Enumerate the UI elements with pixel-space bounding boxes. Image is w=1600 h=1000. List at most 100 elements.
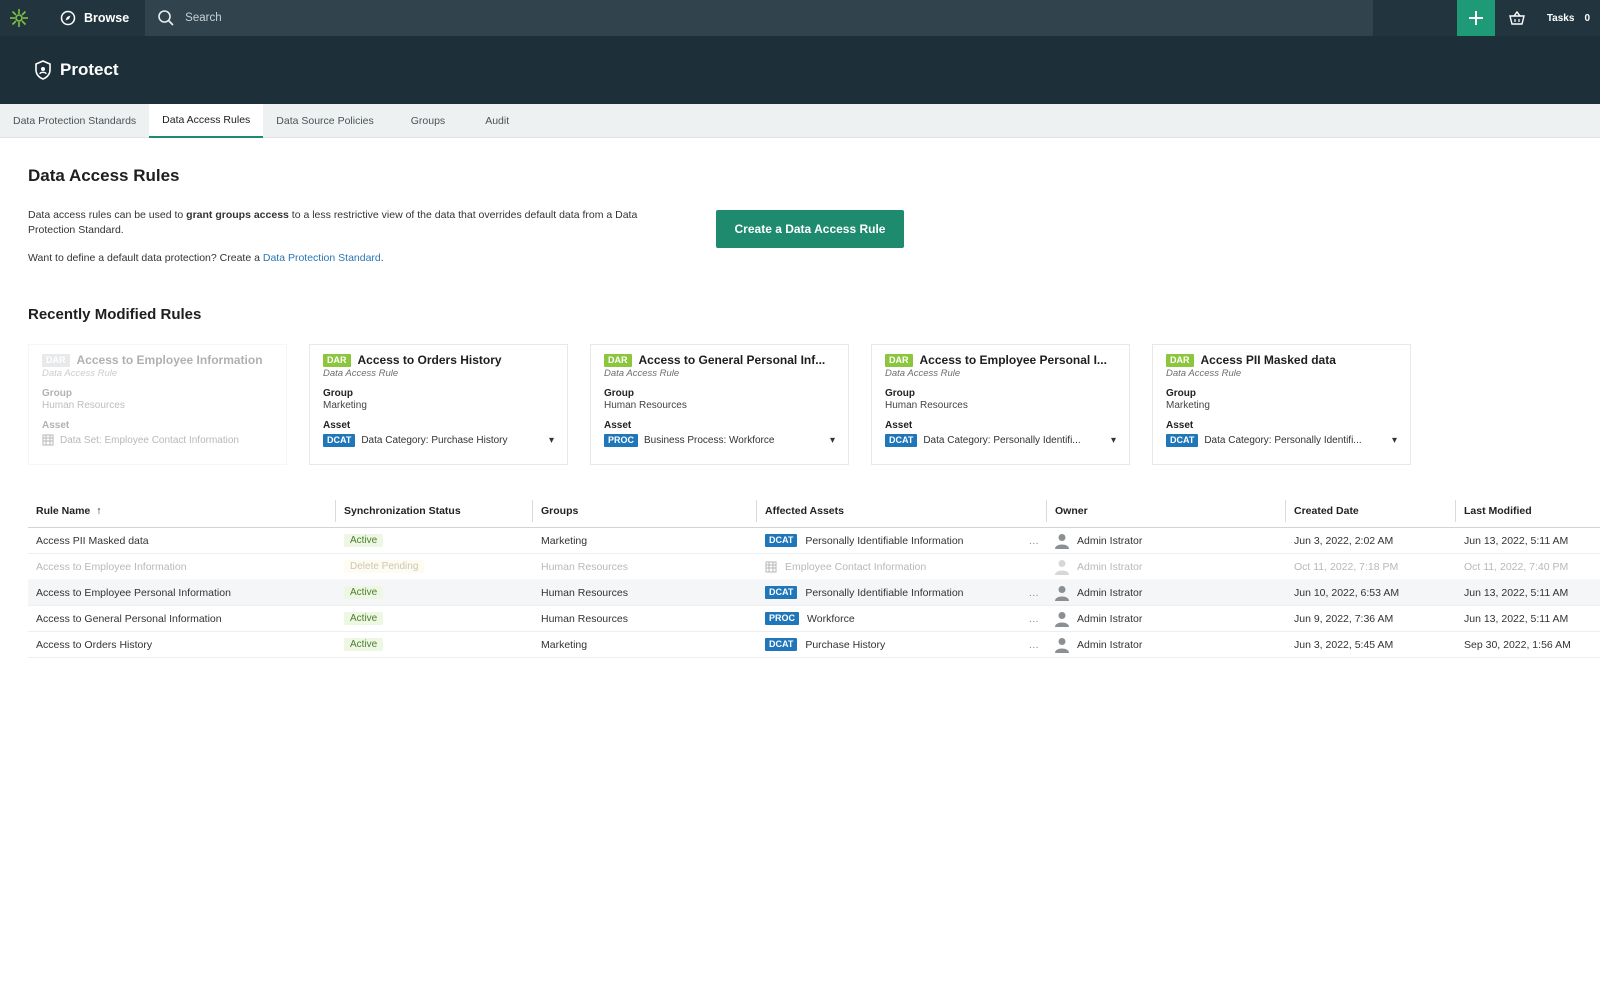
column-header-rule-name[interactable]: Rule Name ↑ — [28, 499, 336, 522]
created-date-cell: Jun 10, 2022, 6:53 AM — [1294, 586, 1400, 599]
rule-card[interactable]: DAR Access to Employee Personal I... Dat… — [871, 344, 1130, 465]
rule-name-cell[interactable]: Access to Employee Personal Information — [28, 587, 336, 599]
rule-name-cell[interactable]: Access to Employee Information — [28, 561, 336, 573]
proc-badge: PROC — [604, 434, 639, 447]
create-plus-button[interactable] — [1456, 0, 1495, 36]
tab-data-access-rules[interactable]: Data Access Rules — [149, 104, 264, 138]
asset-name[interactable]: Purchase History — [805, 639, 885, 651]
more-icon[interactable]: … — [1029, 639, 1048, 651]
dar-badge: DAR — [1166, 353, 1194, 367]
header-label: Rule Name — [36, 504, 91, 517]
rule-card[interactable]: DAR Access PII Masked data Data Access R… — [1152, 344, 1411, 465]
asset-name[interactable]: Workforce — [807, 613, 855, 625]
browse-button[interactable]: Browse — [38, 0, 145, 36]
search-bar[interactable]: Search — [145, 0, 1374, 36]
tab-groups[interactable]: Groups — [387, 104, 469, 138]
asset-name[interactable]: Employee Contact Information — [785, 561, 926, 573]
shield-icon — [35, 60, 51, 80]
proc-badge: PROC — [765, 612, 800, 625]
status-badge: Active — [344, 612, 384, 625]
table-header: Rule Name ↑ Synchronization Status Group… — [28, 494, 1600, 528]
card-asset-value: Data Category: Personally Identifi... — [923, 435, 1081, 446]
table-row[interactable]: Access PII Masked data Active Marketing … — [28, 528, 1600, 554]
dcat-badge: DCAT — [323, 434, 356, 447]
column-header-affected-assets[interactable]: Affected Assets — [757, 499, 1047, 522]
rule-card[interactable]: DAR Access to General Personal Inf... Da… — [590, 344, 849, 465]
chevron-down-icon[interactable]: ▾ — [1392, 435, 1397, 446]
dcat-badge: DCAT — [765, 638, 798, 651]
column-header-created-date[interactable]: Created Date — [1286, 499, 1456, 522]
top-navigation-bar: Browse Search Tasks 0 — [0, 0, 1600, 36]
card-rule-name[interactable]: Access to Orders History — [358, 353, 502, 367]
card-asset-label: Asset — [1166, 420, 1194, 431]
app-title: Protect — [60, 60, 119, 79]
more-icon[interactable]: … — [1029, 613, 1048, 625]
user-avatar-icon — [1055, 585, 1069, 601]
tab-audit[interactable]: Audit — [469, 104, 525, 138]
user-avatar-icon — [1055, 637, 1069, 653]
rule-name-cell[interactable]: Access PII Masked data — [28, 535, 336, 547]
status-badge: Active — [344, 638, 384, 651]
last-modified-cell: Jun 13, 2022, 5:11 AM — [1464, 534, 1569, 547]
owner-name[interactable]: Admin Istrator — [1077, 613, 1142, 625]
owner-name[interactable]: Admin Istrator — [1077, 535, 1142, 547]
group-cell: Human Resources — [541, 560, 628, 573]
collibra-logo-icon[interactable] — [0, 0, 38, 36]
browse-label: Browse — [84, 11, 130, 25]
table-icon — [765, 561, 777, 572]
tasks-count: 0 — [1584, 12, 1590, 24]
more-icon[interactable]: … — [1029, 587, 1048, 599]
card-asset-value: Data Set: Employee Contact Information — [60, 434, 239, 446]
chevron-down-icon[interactable]: ▾ — [1111, 435, 1116, 446]
table-row[interactable]: Access to Employee Personal Information … — [28, 580, 1600, 606]
tasks-button[interactable]: Tasks 0 — [1539, 0, 1600, 36]
dcat-badge: DCAT — [765, 586, 798, 599]
rule-name-cell[interactable]: Access to Orders History — [28, 639, 336, 651]
column-header-last-modified[interactable]: Last Modified — [1456, 500, 1600, 522]
chevron-down-icon[interactable]: ▾ — [830, 435, 835, 446]
card-group-label: Group — [1166, 388, 1196, 399]
tab-data-source-policies[interactable]: Data Source Policies — [263, 104, 386, 138]
column-header-owner[interactable]: Owner — [1047, 499, 1286, 522]
user-avatar-icon — [1055, 611, 1069, 627]
plus-icon — [1468, 11, 1483, 25]
card-group-label: Group — [323, 388, 353, 399]
asset-name[interactable]: Personally Identifiable Information — [805, 587, 963, 599]
basket-icon — [1508, 11, 1525, 25]
owner-name[interactable]: Admin Istrator — [1077, 639, 1142, 651]
column-header-groups[interactable]: Groups — [533, 499, 757, 522]
owner-name[interactable]: Admin Istrator — [1077, 561, 1142, 573]
table-row[interactable]: Access to Orders History Active Marketin… — [28, 632, 1600, 658]
table-row[interactable]: Access to General Personal Information A… — [28, 606, 1600, 632]
card-rule-name[interactable]: Access to General Personal Inf... — [639, 353, 826, 367]
column-header-sync-status[interactable]: Synchronization Status — [336, 499, 533, 522]
rule-name-cell[interactable]: Access to General Personal Information — [28, 613, 336, 625]
create-data-access-rule-button[interactable]: Create a Data Access Rule — [716, 210, 904, 248]
table-row[interactable]: Access to Employee Information Delete Pe… — [28, 554, 1600, 580]
last-modified-cell: Oct 11, 2022, 7:40 PM — [1464, 560, 1569, 573]
card-rule-name[interactable]: Access to Employee Personal I... — [920, 353, 1107, 367]
card-kind: Data Access Rule — [885, 368, 961, 379]
card-group-label: Group — [42, 388, 72, 399]
user-avatar-icon — [1055, 533, 1069, 549]
tab-data-protection-standards[interactable]: Data Protection Standards — [0, 104, 149, 138]
basket-button[interactable] — [1495, 0, 1539, 36]
created-date-cell: Oct 11, 2022, 7:18 PM — [1294, 560, 1399, 573]
data-protection-standard-link[interactable]: Data Protection Standard — [263, 252, 381, 264]
desc-bold: grant groups access — [186, 209, 289, 221]
card-asset-label: Asset — [42, 420, 70, 431]
card-group-value: Human Resources — [42, 400, 125, 411]
group-cell: Marketing — [541, 638, 588, 651]
owner-name[interactable]: Admin Istrator — [1077, 587, 1142, 599]
card-rule-name[interactable]: Access to Employee Information — [77, 353, 263, 367]
rule-card[interactable]: DAR Access to Orders History Data Access… — [309, 344, 568, 465]
asset-name[interactable]: Personally Identifiable Information — [805, 535, 963, 547]
card-group-value: Marketing — [323, 400, 367, 411]
card-rule-name[interactable]: Access PII Masked data — [1201, 353, 1336, 367]
dar-badge: DAR — [323, 353, 351, 367]
search-input[interactable]: Search — [185, 12, 221, 24]
last-modified-cell: Sep 30, 2022, 1:56 AM — [1464, 638, 1571, 651]
rule-card[interactable]: DAR Access to Employee Information Data … — [28, 344, 287, 465]
more-icon[interactable]: … — [1029, 535, 1048, 547]
chevron-down-icon[interactable]: ▾ — [549, 435, 554, 446]
